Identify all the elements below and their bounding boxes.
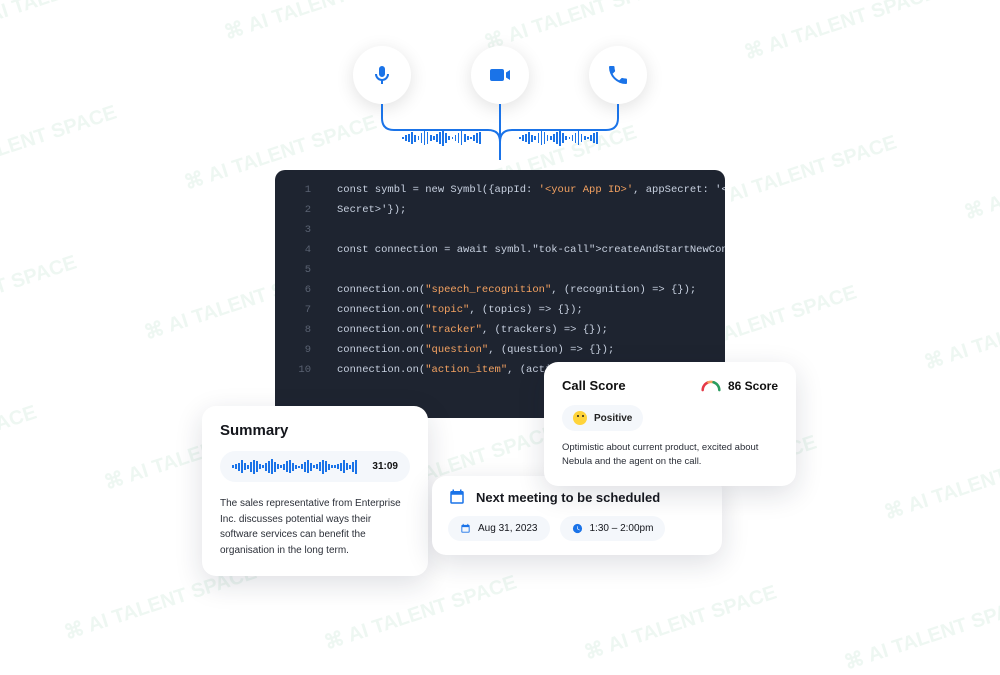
gauge-icon bbox=[701, 380, 721, 392]
input-source-icons bbox=[353, 46, 647, 104]
smile-icon bbox=[573, 411, 587, 425]
microphone-icon bbox=[353, 46, 411, 104]
next-meeting-card: Next meeting to be scheduled Aug 31, 202… bbox=[432, 476, 722, 555]
call-score-card: Call Score 86 Score Positive Optimistic … bbox=[544, 362, 796, 486]
summary-card: Summary 31:09 The sales representative f… bbox=[202, 406, 428, 576]
summary-audio-chip[interactable]: 31:09 bbox=[220, 451, 410, 482]
video-icon bbox=[471, 46, 529, 104]
meeting-title: Next meeting to be scheduled bbox=[476, 490, 660, 505]
meeting-time-chip[interactable]: 1:30 – 2:00pm bbox=[560, 516, 666, 541]
clock-icon bbox=[572, 523, 583, 534]
sentiment-text: Optimistic about current product, excite… bbox=[562, 441, 778, 470]
meeting-date-chip[interactable]: Aug 31, 2023 bbox=[448, 516, 550, 541]
score-title: Call Score bbox=[562, 378, 626, 393]
summary-title: Summary bbox=[220, 422, 410, 439]
calendar-icon bbox=[448, 488, 466, 506]
calendar-small-icon bbox=[460, 523, 471, 534]
connector-waveforms bbox=[380, 122, 620, 154]
score-value: 86 Score bbox=[728, 379, 778, 393]
summary-text: The sales representative from Enterprise… bbox=[220, 496, 410, 558]
summary-duration: 31:09 bbox=[372, 461, 398, 472]
waveform-icon bbox=[232, 459, 364, 474]
phone-icon bbox=[589, 46, 647, 104]
sentiment-chip: Positive bbox=[562, 405, 643, 431]
